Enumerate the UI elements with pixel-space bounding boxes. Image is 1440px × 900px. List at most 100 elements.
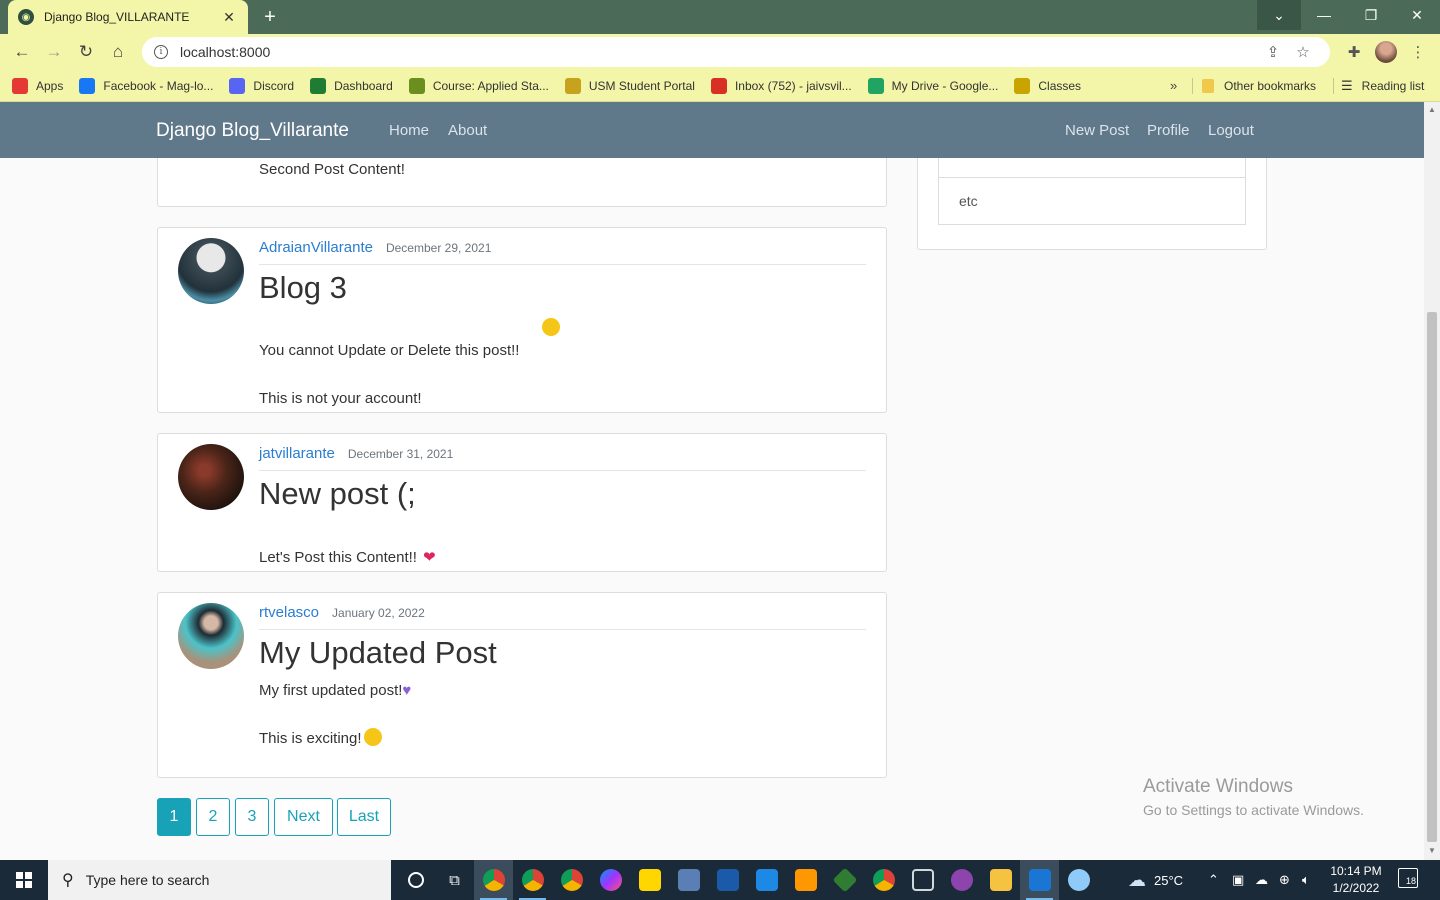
- chrome-alt-taskbar-icon[interactable]: [864, 860, 903, 900]
- notification-count: 18: [1405, 876, 1416, 886]
- taskbar-search[interactable]: ⚲ Type here to search: [48, 860, 391, 900]
- bookmark-item[interactable]: Apps: [12, 77, 63, 94]
- bookmark-label: Facebook - Mag-lo...: [103, 78, 214, 93]
- sublime-text-icon[interactable]: [786, 860, 825, 900]
- tab-close-icon[interactable]: ✕: [220, 9, 238, 26]
- bookmark-label: My Drive - Google...: [891, 78, 999, 93]
- reading-list[interactable]: ☰ Reading list: [1341, 70, 1424, 102]
- tab-search-button[interactable]: ⌄: [1257, 0, 1301, 30]
- github-desktop-icon[interactable]: [942, 860, 981, 900]
- sidebar-item-label: etc: [959, 193, 978, 209]
- folder-icon: [1202, 79, 1214, 93]
- page-1-button[interactable]: 1: [157, 798, 191, 836]
- forward-button[interactable]: →: [38, 36, 70, 68]
- tab-title: Django Blog_VILLARANTE: [44, 10, 190, 24]
- bookmark-item[interactable]: Course: Applied Sta...: [408, 77, 549, 94]
- site-info-icon[interactable]: i: [154, 45, 168, 59]
- profile-avatar[interactable]: [1370, 36, 1402, 68]
- author-link[interactable]: rtvelasco: [259, 604, 319, 621]
- nav-logout[interactable]: Logout: [1208, 122, 1254, 139]
- bookmark-star-icon[interactable]: ☆: [1288, 43, 1318, 61]
- reload-button[interactable]: ↻: [70, 36, 102, 68]
- site-brand[interactable]: Django Blog_Villarante: [156, 120, 349, 142]
- wink-emoji-icon: [542, 318, 560, 336]
- page-scrollbar[interactable]: ▲ ▼: [1424, 102, 1440, 860]
- url-text[interactable]: localhost:8000: [180, 44, 1258, 60]
- usm-portal-icon: [564, 77, 581, 94]
- bookmark-item[interactable]: Facebook - Mag-lo...: [79, 77, 214, 94]
- file-explorer-icon[interactable]: [981, 860, 1020, 900]
- show-hidden-icons[interactable]: ⌃: [1208, 860, 1219, 900]
- chrome-profile2-taskbar-icon[interactable]: [552, 860, 591, 900]
- share-icon[interactable]: ⇪: [1258, 43, 1288, 61]
- author-link[interactable]: jatvillarante: [259, 445, 335, 462]
- other-bookmarks-label: Other bookmarks: [1224, 79, 1317, 93]
- browser-menu-icon[interactable]: ⋮: [1402, 36, 1434, 68]
- bookmark-item[interactable]: My Drive - Google...: [867, 77, 999, 94]
- scroll-down-icon[interactable]: ▼: [1428, 846, 1436, 855]
- volume-muted-icon[interactable]: 🔈︎: [1302, 860, 1310, 900]
- address-bar[interactable]: i localhost:8000 ⇪ ☆: [142, 37, 1330, 67]
- post-title[interactable]: My Updated Post: [259, 635, 497, 671]
- post-date: January 02, 2022: [332, 606, 425, 620]
- bookmark-item[interactable]: Classes: [1014, 77, 1081, 94]
- next-page-button[interactable]: Next: [274, 798, 333, 836]
- cortana-icon[interactable]: [396, 860, 435, 900]
- gmail-icon: [710, 77, 727, 94]
- network-globe-icon[interactable]: ⊕: [1279, 860, 1290, 900]
- post-meta: AdraianVillarante December 29, 2021: [259, 239, 866, 265]
- restore-button[interactable]: ❐: [1348, 0, 1394, 30]
- virtualbox-icon[interactable]: [903, 860, 942, 900]
- post-title[interactable]: New post (;: [259, 476, 416, 512]
- bookmark-item[interactable]: USM Student Portal: [564, 77, 695, 94]
- usm-dashboard-icon: [310, 77, 327, 94]
- netbeans-icon[interactable]: [708, 860, 747, 900]
- close-window-button[interactable]: ✕: [1394, 0, 1440, 30]
- notification-center-icon[interactable]: 18: [1398, 868, 1418, 888]
- onedrive-icon[interactable]: ☁: [1255, 860, 1268, 900]
- home-button[interactable]: ⌂: [102, 36, 134, 68]
- back-button[interactable]: ←: [6, 36, 38, 68]
- bookmark-item[interactable]: Dashboard: [310, 77, 393, 94]
- taskbar-clock[interactable]: 10:14 PM 1/2/2022: [1326, 863, 1386, 897]
- new-tab-button[interactable]: +: [258, 5, 282, 29]
- nav-about[interactable]: About: [448, 122, 487, 139]
- start-button[interactable]: [0, 860, 48, 900]
- bookmark-item[interactable]: Inbox (752) - jaivsvil...: [710, 77, 852, 94]
- windows-taskbar: ⚲ Type here to search ⧉ ☁ 25°C ⌃ ▣ ☁ ⊕ 🔈…: [0, 860, 1440, 900]
- task-view-icon[interactable]: ⧉: [435, 860, 474, 900]
- paint-icon[interactable]: [1059, 860, 1098, 900]
- chrome-taskbar-icon[interactable]: [474, 860, 513, 900]
- other-bookmarks[interactable]: Other bookmarks: [1202, 70, 1316, 102]
- page-3-button[interactable]: 3: [235, 798, 269, 836]
- clock-time: 10:14 PM: [1330, 864, 1382, 878]
- minimize-button[interactable]: —: [1301, 0, 1347, 30]
- power-automate-icon[interactable]: [1020, 860, 1059, 900]
- author-link[interactable]: AdraianVillarante: [259, 239, 373, 256]
- post-content: Let's Post this Content!! ❤: [259, 522, 436, 570]
- meet-now-icon[interactable]: ▣: [1232, 860, 1244, 900]
- browser-tab[interactable]: ◉ Django Blog_VILLARANTE ✕: [8, 0, 248, 34]
- post-content: My first updated post!♥ This is exciting…: [259, 679, 411, 751]
- chrome-profile-taskbar-icon[interactable]: [513, 860, 552, 900]
- scrollbar-thumb[interactable]: [1427, 312, 1437, 842]
- extensions-puzzle-icon[interactable]: ✚: [1338, 36, 1370, 68]
- git-kraken-icon[interactable]: [825, 860, 864, 900]
- page-2-button[interactable]: 2: [196, 798, 230, 836]
- bookmark-item[interactable]: Discord: [229, 77, 294, 94]
- vscode-icon[interactable]: [747, 860, 786, 900]
- post-title[interactable]: Blog 3: [259, 270, 347, 306]
- nav-home[interactable]: Home: [389, 122, 429, 139]
- cloud-icon: ☁: [1128, 869, 1146, 890]
- nav-profile[interactable]: Profile: [1147, 122, 1190, 139]
- sticky-notes-icon[interactable]: [630, 860, 669, 900]
- reading-list-label: Reading list: [1361, 79, 1425, 93]
- messenger-icon[interactable]: [591, 860, 630, 900]
- more-bookmarks-chevron-icon[interactable]: »: [1170, 78, 1177, 93]
- weather-widget[interactable]: ☁ 25°C: [1128, 860, 1183, 900]
- last-page-button[interactable]: Last: [337, 798, 391, 836]
- nav-new-post[interactable]: New Post: [1065, 122, 1129, 139]
- scroll-up-icon[interactable]: ▲: [1428, 105, 1436, 114]
- bookmarks-divider-2: [1333, 78, 1334, 94]
- java-ide-icon[interactable]: [669, 860, 708, 900]
